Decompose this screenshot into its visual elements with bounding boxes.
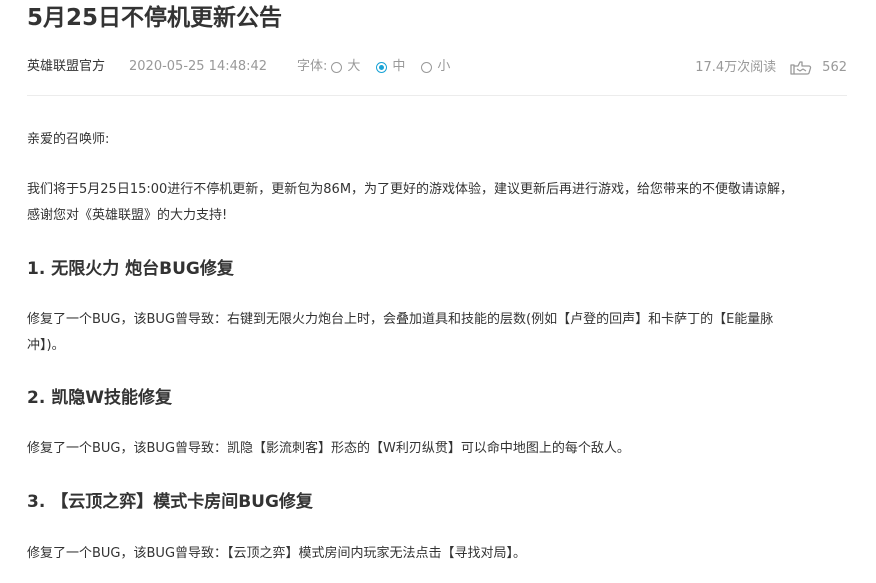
greeting-text: 亲爱的召唤师: xyxy=(27,132,110,147)
font-size-small-label: 小 xyxy=(437,59,451,74)
section-1-text-line2: 冲】)。 xyxy=(27,338,65,353)
section-3-text: 修复了一个BUG，该BUG曾导致：【云顶之弈】模式房间内玩家无法点击【寻找对局】… xyxy=(27,546,527,561)
like-count: 562 xyxy=(822,60,847,75)
meta-divider xyxy=(27,95,847,96)
section-2-text: 修复了一个BUG，该BUG曾导致：凯隐【影流刺客】形态的【W利刃纵贯】可以命中地… xyxy=(27,441,630,456)
section-heading-1: 1. 无限火力 炮台BUG修复 xyxy=(27,259,234,279)
font-size-large-label: 大 xyxy=(347,59,361,74)
font-size-large-radio[interactable]: 大 xyxy=(331,57,360,77)
font-size-small-radio[interactable]: 小 xyxy=(421,57,450,77)
radio-circle-icon xyxy=(331,61,343,73)
radio-circle-icon xyxy=(421,61,433,73)
intro-paragraph-line2: 感谢您对《英雄联盟》的大力支持! xyxy=(27,208,228,223)
font-size-label: 字体: xyxy=(297,59,328,74)
publish-date: 2020-05-25 14:48:42 xyxy=(129,59,268,74)
section-1-text-line1: 修复了一个BUG，该BUG曾导致：右键到无限火力炮台上时，会叠加道具和技能的层数… xyxy=(27,312,774,327)
article-meta: 英雄联盟官方 2020-05-25 14:48:42 字体: 大 中 小 17.… xyxy=(27,57,847,77)
thumbs-up-icon[interactable] xyxy=(790,60,812,76)
author-link[interactable]: 英雄联盟官方 xyxy=(27,57,105,77)
font-size-selector: 字体: 大 中 小 xyxy=(297,57,466,77)
font-size-medium-radio[interactable]: 中 xyxy=(376,57,405,77)
article-stats: 17.4万次阅读 562 xyxy=(695,58,847,78)
page-title: 5月25日不停机更新公告 xyxy=(27,5,283,31)
intro-paragraph-line1: 我们将于5月25日15:00进行不停机更新，更新包为86M，为了更好的游戏体验，… xyxy=(27,182,794,197)
font-size-medium-label: 中 xyxy=(392,59,406,74)
view-count: 17.4万次阅读 xyxy=(695,60,777,75)
section-heading-3: 3. 【云顶之弈】模式卡房间BUG修复 xyxy=(27,492,313,512)
section-heading-2: 2. 凯隐W技能修复 xyxy=(27,388,172,408)
radio-selected-icon xyxy=(376,61,388,73)
